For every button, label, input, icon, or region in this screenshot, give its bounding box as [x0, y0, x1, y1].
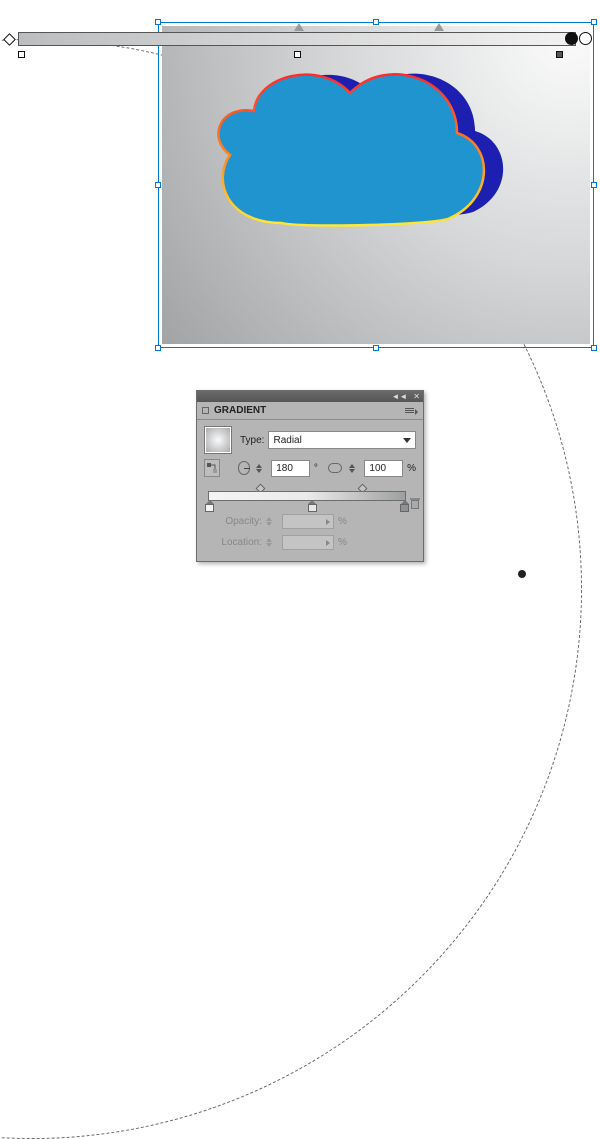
dropdown-arrow-icon: [403, 438, 411, 443]
resize-handle-n[interactable]: [373, 19, 379, 25]
panel-tabbar: ◄◄ ✕: [197, 391, 423, 402]
opacity-row: Opacity: %: [204, 513, 416, 530]
aspect-unit: %: [407, 463, 416, 474]
angle-icon: [238, 461, 251, 475]
resize-handle-nw[interactable]: [155, 19, 161, 25]
opacity-label: Opacity:: [204, 516, 262, 527]
resize-handle-se[interactable]: [591, 345, 597, 351]
location-input: [282, 535, 334, 550]
location-label: Location:: [204, 537, 262, 548]
canvas[interactable]: [162, 26, 590, 344]
opacity-unit: %: [338, 516, 347, 527]
ramp-stop-1[interactable]: [205, 500, 214, 512]
aspect-stepper[interactable]: [349, 460, 358, 477]
panel-close-icon[interactable]: ✕: [413, 392, 420, 401]
location-row: Location: %: [204, 534, 416, 551]
angle-stepper[interactable]: [256, 460, 265, 477]
reverse-gradient-button[interactable]: [204, 459, 220, 477]
resize-handle-ne[interactable]: [591, 19, 597, 25]
panel-menu-icon[interactable]: [405, 406, 418, 416]
aspect-input[interactable]: 100: [364, 460, 403, 477]
gradient-swatch[interactable]: [204, 426, 232, 454]
location-stepper: [266, 534, 276, 551]
location-unit: %: [338, 537, 347, 548]
delete-stop-button[interactable]: [410, 498, 420, 510]
gradient-ramp[interactable]: [204, 483, 416, 509]
aspect-icon: [328, 463, 343, 473]
ramp-stop-2[interactable]: [308, 500, 317, 512]
type-label: Type:: [240, 435, 264, 446]
gradient-type-select[interactable]: Radial: [268, 431, 416, 449]
radial-endpoint-handle[interactable]: [518, 570, 526, 578]
angle-unit: °: [314, 463, 318, 474]
gradient-type-value: Radial: [273, 435, 301, 446]
ramp-stop-3[interactable]: [400, 500, 409, 512]
opacity-stepper: [266, 513, 276, 530]
panel-title: GRADIENT: [214, 405, 405, 416]
panel-toggle-icon[interactable]: [202, 407, 209, 414]
resize-handle-e[interactable]: [591, 182, 597, 188]
cloud-shape[interactable]: [202, 63, 492, 253]
opacity-input: [282, 514, 334, 529]
gradient-panel: ◄◄ ✕ GRADIENT Type: Radial 180 ° 10: [196, 390, 424, 562]
reverse-icon: [206, 462, 218, 474]
panel-header: GRADIENT: [197, 402, 423, 420]
angle-input[interactable]: 180: [271, 460, 310, 477]
panel-collapse-icon[interactable]: ◄◄: [391, 392, 407, 401]
